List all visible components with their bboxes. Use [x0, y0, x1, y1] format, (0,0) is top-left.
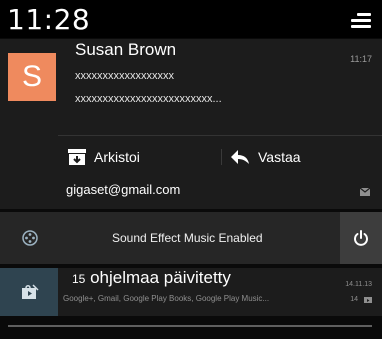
update-number: 14: [350, 296, 358, 303]
update-notification[interactable]: 15 ohjelmaa päivitetty Google+, Gmail, G…: [0, 268, 382, 316]
reply-icon: [231, 150, 249, 164]
update-title: 15 ohjelmaa päivitetty: [72, 268, 231, 288]
divider: [58, 135, 382, 136]
email-sender: Susan Brown: [75, 40, 177, 59]
update-icon-container: [0, 268, 58, 316]
clock: 11:28: [7, 3, 91, 36]
reply-label: Vastaa: [258, 149, 301, 165]
power-icon: [354, 230, 368, 246]
scroll-indicator: [8, 325, 372, 327]
reply-button[interactable]: Vastaa: [230, 137, 301, 177]
archive-button[interactable]: Arkistoi: [68, 137, 140, 177]
action-row: Arkistoi Vastaa: [58, 137, 382, 177]
sound-text: Sound Effect Music Enabled: [112, 231, 263, 245]
archive-label: Arkistoi: [94, 149, 140, 165]
archive-icon: [68, 149, 86, 165]
quick-settings-icon[interactable]: [351, 13, 371, 29]
status-bar: 11:28: [0, 0, 382, 38]
update-count: 15: [72, 272, 86, 286]
avatar: S: [8, 53, 56, 101]
email-subject: xxxxxxxxxxxxxxxxxx: [75, 70, 174, 82]
mail-icon: [360, 188, 370, 196]
email-account: gigaset@gmail.com: [66, 182, 181, 197]
update-date: 14.11.13: [345, 281, 372, 288]
email-preview: xxxxxxxxxxxxxxxxxxxxxxxxx...: [75, 93, 222, 105]
sound-notification[interactable]: Sound Effect Music Enabled: [0, 212, 382, 264]
power-button[interactable]: [340, 212, 382, 264]
update-subtitle: Google+, Gmail, Google Play Books, Googl…: [63, 294, 270, 303]
play-store-icon: [22, 284, 39, 299]
update-title-text: ohjelmaa päivitetty: [90, 268, 231, 287]
sound-effect-icon: [22, 230, 38, 246]
email-time: 11:17: [350, 54, 372, 64]
store-small-icon: [364, 297, 372, 303]
action-separator: [221, 149, 222, 165]
email-notification[interactable]: S Susan Brown 11:17 xxxxxxxxxxxxxxxxxx x…: [0, 39, 382, 209]
